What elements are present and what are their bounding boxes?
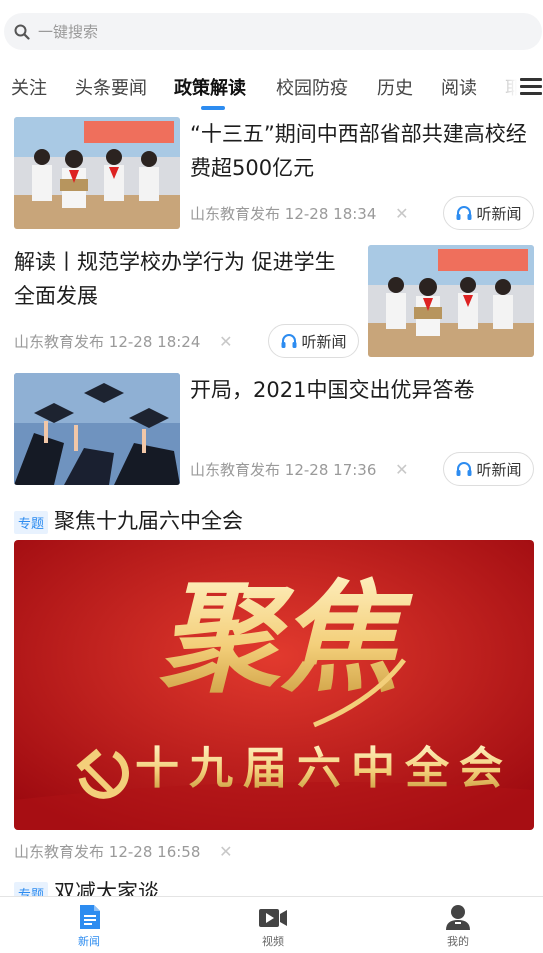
nav-mine-label: 我的: [447, 935, 469, 948]
listen-label: 听新闻: [301, 332, 347, 351]
nav-video[interactable]: 视频: [243, 903, 303, 949]
dismiss-icon[interactable]: ✕: [219, 332, 232, 351]
listen-label: 听新闻: [476, 460, 522, 479]
search-input[interactable]: [38, 22, 478, 41]
listen-news-button[interactable]: 听新闻: [443, 452, 534, 486]
article-thumbnail: [368, 245, 534, 357]
nav-news-label: 新闻: [78, 935, 100, 948]
listen-news-button[interactable]: 听新闻: [268, 324, 359, 358]
article-item[interactable]: 解读丨规范学校办学行为 促进学生全面发展 山东教育发布 12-28 18:24 …: [0, 245, 543, 363]
article-source: 山东教育发布: [14, 843, 105, 861]
news-icon: [80, 905, 100, 929]
article-title[interactable]: 开局，2021中国交出优异答卷: [190, 373, 530, 407]
tab-reading[interactable]: 阅读: [441, 74, 477, 100]
headphones-icon: [456, 206, 472, 220]
category-tabs: 关注 头条要闻 政策解读 校园防疫 历史 阅读 耶: [0, 62, 543, 112]
tab-follow[interactable]: 关注: [11, 74, 47, 100]
article-thumbnail: [14, 373, 180, 485]
dismiss-icon[interactable]: ✕: [219, 842, 232, 861]
article-title[interactable]: “十三五”期间中西部省部共建高校经费超500亿元: [190, 117, 530, 185]
search-bar[interactable]: [4, 13, 542, 50]
tab-campus-epidemic[interactable]: 校园防疫: [276, 74, 348, 100]
dismiss-icon[interactable]: ✕: [395, 204, 408, 223]
article-meta: 山东教育发布 12-28 17:36 ✕: [190, 459, 409, 480]
nav-news[interactable]: 新闻: [59, 903, 119, 949]
headphones-icon: [456, 462, 472, 476]
headphones-icon: [281, 334, 297, 348]
bottom-nav: 新闻 视频 我的: [0, 896, 543, 953]
article-meta: 山东教育发布 12-28 18:34 ✕: [190, 203, 409, 224]
article-meta: 山东教育发布 12-28 18:24 ✕: [14, 331, 233, 352]
tab-headlines[interactable]: 头条要闻: [75, 74, 147, 100]
article-time: 12-28 18:24: [108, 333, 201, 351]
tab-policy[interactable]: 政策解读: [174, 74, 246, 100]
article-item[interactable]: 开局，2021中国交出优异答卷 山东教育发布 12-28 17:36 ✕ 听新闻: [0, 373, 543, 491]
article-source: 山东教育发布: [14, 333, 105, 351]
banner-sub-text: 十九届六中全会: [135, 743, 513, 794]
video-icon: [259, 909, 287, 927]
search-icon: [14, 24, 30, 40]
article-title[interactable]: 解读丨规范学校办学行为 促进学生全面发展: [14, 245, 354, 313]
article-time: 12-28 17:36: [284, 461, 377, 479]
nav-mine[interactable]: 我的: [428, 903, 488, 949]
article-thumbnail: [14, 117, 180, 229]
tab-history[interactable]: 历史: [377, 74, 413, 100]
profile-icon: [446, 905, 470, 930]
article-source: 山东教育发布: [190, 205, 281, 223]
special-topic-header[interactable]: 专题 聚焦十九届六中全会: [14, 505, 243, 535]
special-banner[interactable]: 聚焦 十九届六中全会: [14, 540, 534, 830]
dismiss-icon[interactable]: ✕: [395, 460, 408, 479]
special-meta: 山东教育发布 12-28 16:58 ✕: [14, 841, 233, 862]
article-time: 12-28 16:58: [108, 843, 201, 861]
menu-icon[interactable]: [520, 78, 542, 96]
active-tab-indicator: [201, 106, 225, 110]
listen-news-button[interactable]: 听新闻: [443, 196, 534, 230]
listen-label: 听新闻: [476, 204, 522, 223]
nav-video-label: 视频: [262, 935, 284, 948]
article-time: 12-28 18:34: [284, 205, 377, 223]
special-tag: 专题: [14, 510, 49, 534]
special-title[interactable]: 聚焦十九届六中全会: [54, 509, 243, 533]
article-source: 山东教育发布: [190, 461, 281, 479]
article-item[interactable]: “十三五”期间中西部省部共建高校经费超500亿元 山东教育发布 12-28 18…: [0, 117, 543, 235]
